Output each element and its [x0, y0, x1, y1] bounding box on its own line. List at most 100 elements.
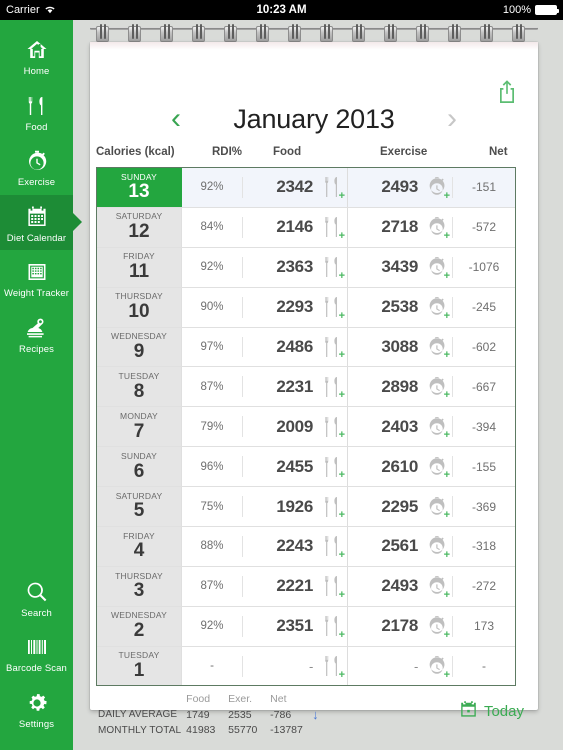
table-row[interactable]: WEDNESDAY 9 97% 2486 +3088 + -602 — [97, 327, 515, 368]
add-exercise-button[interactable]: + — [422, 168, 452, 207]
today-label: Today — [483, 703, 524, 720]
sidebar-item-diet-calendar[interactable]: Diet Calendar — [0, 194, 73, 250]
calendar-icon — [24, 204, 50, 230]
sidebar-item-settings[interactable]: Settings — [0, 681, 73, 737]
add-badge-icon: + — [338, 269, 345, 282]
add-food-button[interactable]: + — [317, 328, 347, 367]
add-food-button[interactable]: + — [317, 407, 347, 446]
exercise-value: 2403 — [381, 416, 418, 436]
day-cell[interactable]: WEDNESDAY 2 — [97, 606, 182, 646]
exercise-value: - — [413, 658, 418, 674]
sidebar-item-search[interactable]: Search — [0, 570, 73, 626]
food-value: 2231 — [276, 376, 313, 396]
summary-header-net: Net — [270, 693, 287, 705]
prev-month-button[interactable]: ‹ — [165, 104, 187, 134]
day-number: 9 — [133, 340, 145, 362]
table-row[interactable]: THURSDAY 3 87% 2221 +2493 + -272 — [97, 566, 515, 607]
today-button[interactable]: Today — [459, 700, 524, 723]
add-badge-icon: + — [443, 429, 450, 442]
table-row[interactable]: SUNDAY 13 92% 2342 +2493 + -151 — [97, 168, 515, 208]
rdi-value: 97% — [200, 341, 224, 353]
food-value-cell: 1926 — [243, 487, 317, 526]
add-exercise-button[interactable]: + — [422, 248, 452, 287]
day-cell[interactable]: FRIDAY 11 — [97, 247, 182, 287]
day-number: 13 — [128, 181, 150, 203]
add-food-button[interactable]: + — [317, 607, 347, 646]
add-food-button[interactable]: + — [317, 367, 347, 406]
sidebar-item-label: Settings — [18, 718, 55, 730]
add-exercise-button[interactable]: + — [422, 647, 452, 685]
day-cell[interactable]: SUNDAY 6 — [97, 447, 182, 487]
table-row[interactable]: TUESDAY 8 87% 2231 +2898 + -667 — [97, 367, 515, 408]
add-food-button[interactable]: + — [317, 288, 347, 327]
add-exercise-button[interactable]: + — [422, 487, 452, 526]
add-food-button[interactable]: + — [317, 248, 347, 287]
exercise-value-cell: 2718 — [348, 208, 422, 247]
exercise-value-cell: 2610 — [348, 447, 422, 486]
sidebar-item-label: Exercise — [17, 177, 56, 188]
food-value-cell: - — [243, 647, 317, 685]
sidebar-item-recipes[interactable]: Recipes — [0, 306, 73, 362]
search-icon — [24, 579, 50, 605]
day-cell[interactable]: TUESDAY 1 — [97, 646, 182, 685]
day-cell[interactable]: THURSDAY 10 — [97, 287, 182, 327]
summary-header-exer: Exer. — [228, 693, 253, 705]
day-cell[interactable]: FRIDAY 4 — [97, 527, 182, 566]
column-header-food: Food — [273, 146, 302, 158]
sidebar-item-exercise[interactable]: Exercise — [0, 139, 73, 195]
add-food-button[interactable]: + — [317, 647, 347, 685]
add-badge-icon: + — [338, 668, 345, 681]
add-food-button[interactable]: + — [317, 527, 347, 566]
table-row[interactable]: WEDNESDAY 2 92% 2351 +2178 +173 — [97, 606, 515, 647]
sidebar-item-label: Weight Tracker — [3, 288, 70, 299]
net-value: -602 — [471, 340, 497, 354]
day-cell[interactable]: THURSDAY 3 — [97, 566, 182, 606]
wifi-icon — [44, 4, 56, 17]
day-cell[interactable]: MONDAY 7 — [97, 407, 182, 447]
sidebar-item-barcode-scan[interactable]: Barcode Scan — [0, 625, 73, 681]
exercise-value-cell: 2178 — [348, 607, 422, 646]
table-row[interactable]: TUESDAY 1 - - + - + - — [97, 646, 515, 685]
sidebar-top-group: Home Food Exercise Diet Calendar Weight … — [0, 20, 73, 361]
rdi-value: 92% — [200, 620, 224, 633]
food-value-cell: 2486 — [243, 328, 317, 367]
table-row[interactable]: FRIDAY 11 92% 2363 +3439 + -1076 — [97, 247, 515, 288]
sidebar-item-weight-tracker[interactable]: Weight Tracker — [0, 250, 73, 306]
day-cell[interactable]: WEDNESDAY 9 — [97, 327, 182, 367]
net-value: -572 — [471, 220, 497, 235]
add-exercise-button[interactable]: + — [422, 527, 452, 566]
day-cell[interactable]: TUESDAY 8 — [97, 367, 182, 407]
food-value: 2009 — [276, 416, 313, 436]
add-exercise-button[interactable]: + — [422, 607, 452, 646]
monthly-total-food: 41983 — [186, 724, 216, 736]
add-food-button[interactable]: + — [317, 447, 347, 486]
day-cell[interactable]: SATURDAY 12 — [97, 207, 182, 247]
day-cell[interactable]: SATURDAY 5 — [97, 487, 182, 527]
table-row[interactable]: SATURDAY 5 75% 1926 +2295 + -369 — [97, 487, 515, 528]
add-exercise-button[interactable]: + — [422, 367, 452, 406]
next-month-button[interactable]: › — [441, 104, 463, 134]
add-food-button[interactable]: + — [317, 567, 347, 606]
add-exercise-button[interactable]: + — [422, 328, 452, 367]
add-exercise-button[interactable]: + — [422, 288, 452, 327]
add-exercise-button[interactable]: + — [422, 407, 452, 446]
rdi-value: 90% — [200, 301, 224, 314]
day-cell[interactable]: SUNDAY 13 — [97, 168, 182, 207]
add-exercise-button[interactable]: + — [422, 567, 452, 606]
add-exercise-button[interactable]: + — [422, 447, 452, 486]
add-food-button[interactable]: + — [317, 487, 347, 526]
table-row[interactable]: MONDAY 7 79% 2009 +2403 + -394 — [97, 407, 515, 448]
sidebar-item-food[interactable]: Food — [0, 84, 73, 140]
calendar-paper: ‹ January 2013 › Calories (kcal) RDI% Fo… — [90, 42, 538, 736]
table-row[interactable]: SUNDAY 6 96% 2455 +2610 + -155 — [97, 447, 515, 488]
add-food-button[interactable]: + — [317, 168, 347, 207]
food-value: - — [308, 658, 313, 674]
add-food-button[interactable]: + — [317, 208, 347, 247]
table-row[interactable]: SATURDAY 12 84% 2146 +2718 + -572 — [97, 207, 515, 248]
table-row[interactable]: FRIDAY 4 88% 2243 +2561 + -318 — [97, 527, 515, 567]
sidebar-item-home[interactable]: Home — [0, 28, 73, 84]
add-exercise-button[interactable]: + — [422, 208, 452, 247]
daily-average-food: 1749 — [186, 708, 210, 721]
day-number: 11 — [128, 261, 150, 283]
table-row[interactable]: THURSDAY 10 90% 2293 +2538 + -245 — [97, 287, 515, 328]
